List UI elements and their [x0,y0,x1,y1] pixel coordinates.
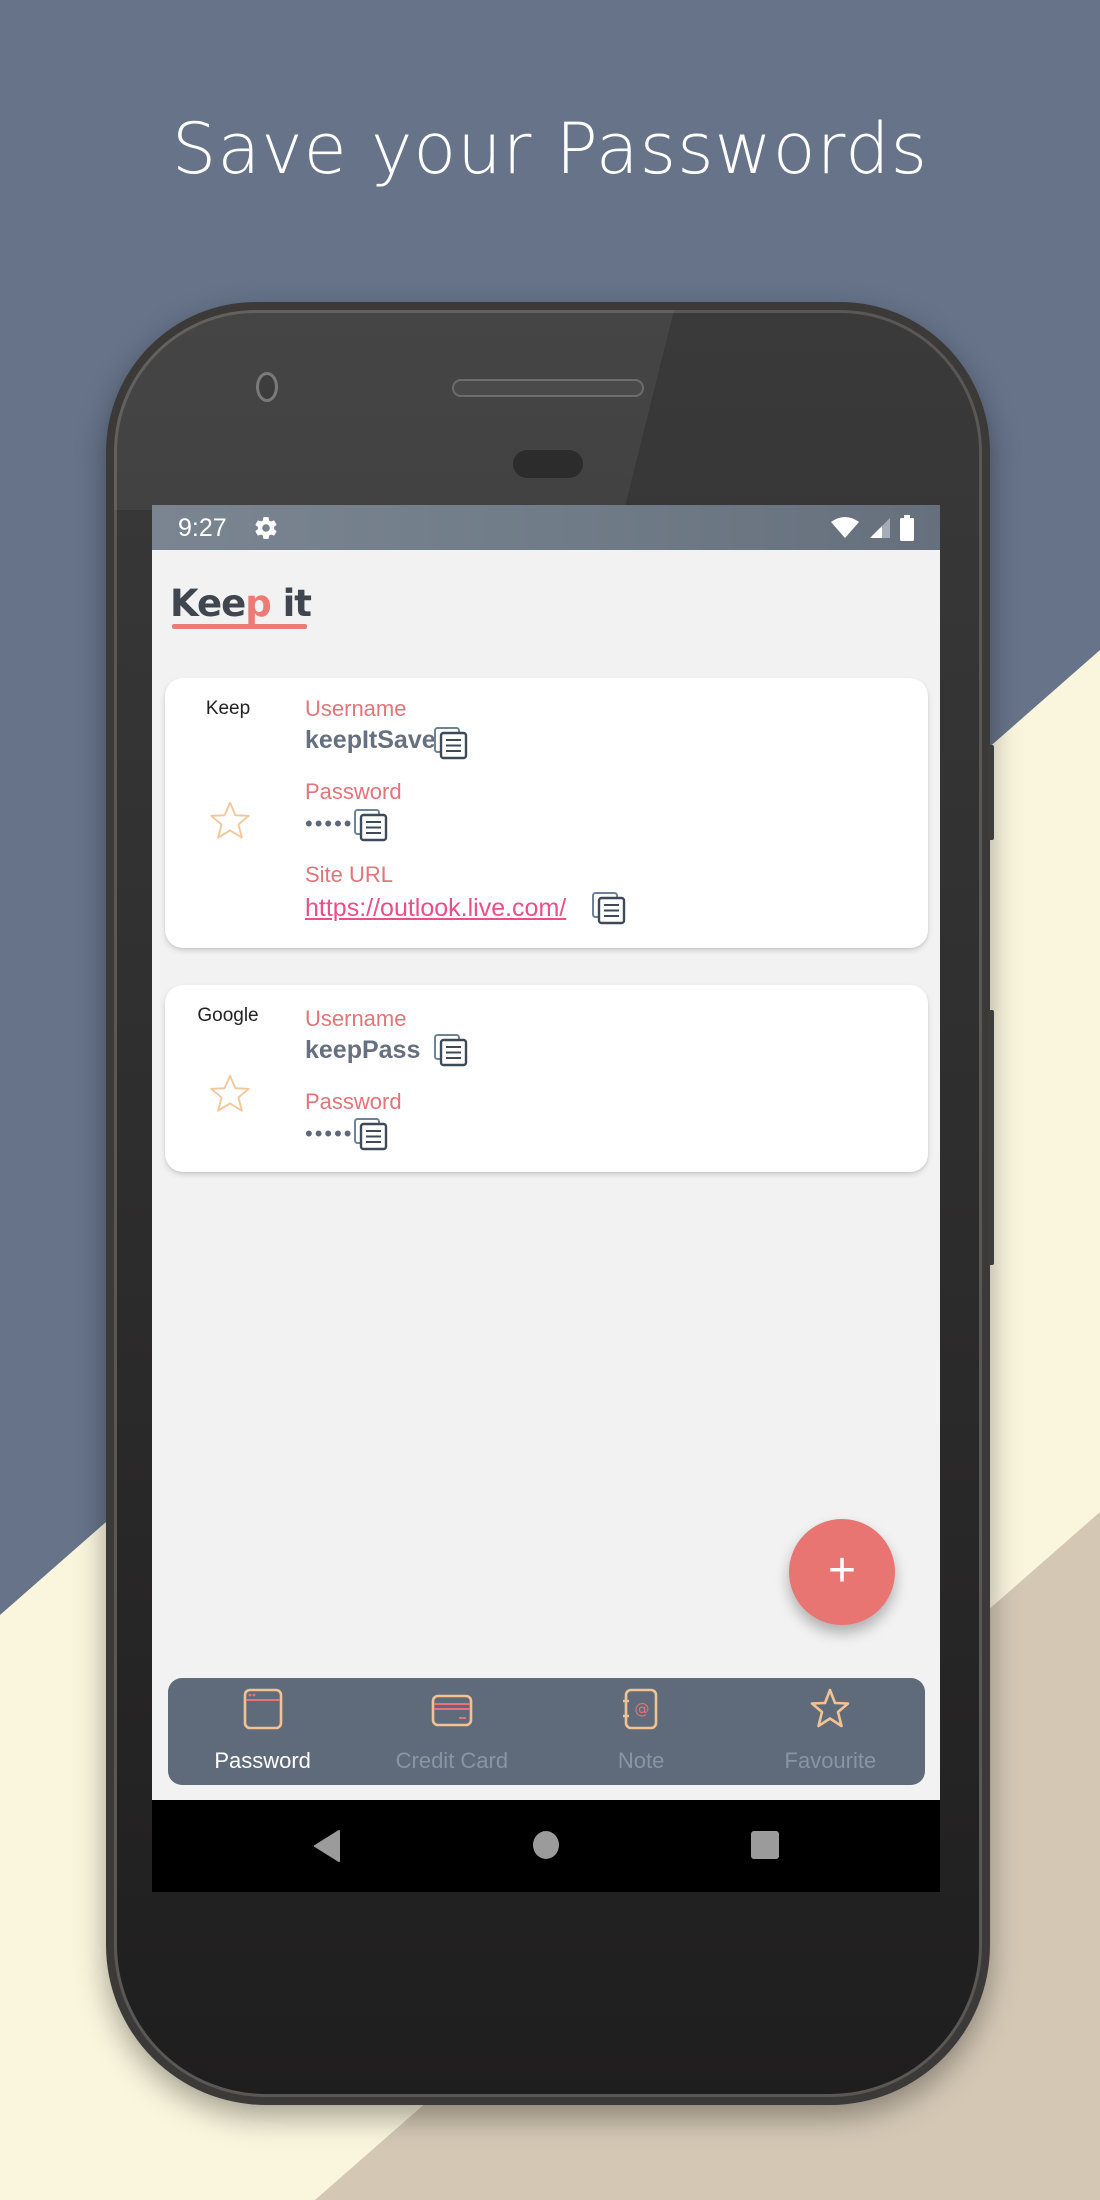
system-navigation-bar [152,1800,940,1892]
front-camera [256,372,278,402]
entry-site-name: Google [197,1005,259,1026]
username-value: keepPass [305,1036,421,1064]
site-url-field: Site URL https://outlook.live.com/ [305,864,566,923]
nav-label: Favourite [784,1748,877,1773]
phone-volume-button [988,1010,994,1265]
proximity-sensor [513,450,583,478]
status-bar: 9:27 [152,505,940,550]
copy-username-icon[interactable] [433,726,469,760]
password-entry-card[interactable]: Google Username keepPass Password •••••• [165,985,928,1172]
recents-icon[interactable] [750,1830,780,1860]
star-icon [811,1688,850,1728]
credit-card-icon [431,1694,473,1727]
phone-screen: 9:27 Keep it Keep Username keepItSave Pa… [152,505,940,1892]
site-url-link[interactable]: https://outlook.live.com/ [305,894,566,923]
username-field: Username keepItSave [305,698,436,753]
entry-site-name: Keep [205,698,251,719]
favourite-star-icon[interactable] [207,798,253,844]
battery-icon [900,515,914,541]
cell-signal-icon [870,518,890,538]
field-label: Password [305,779,402,804]
bottom-navigation: Password Credit Card @ Note Favourite [168,1678,925,1785]
logo-underline [172,624,307,629]
logo-part1: Kee [170,582,246,625]
app-logo-text: Keep it [170,582,312,625]
nav-label: Credit Card [395,1748,509,1773]
status-time: 9:27 [178,514,227,542]
app-logo: Keep it [170,582,312,635]
nav-label: Note [617,1748,665,1773]
settings-gear-icon [255,517,277,539]
favourite-star-icon[interactable] [207,1071,253,1117]
home-icon[interactable] [532,1830,560,1860]
copy-url-icon[interactable] [591,891,627,925]
logo-accent: p [245,582,271,625]
status-icons [830,515,914,541]
nav-item-password[interactable]: Password [168,1678,357,1785]
promo-headline: Save your Passwords [171,108,929,190]
browser-window-icon [243,1688,282,1730]
copy-username-icon[interactable] [433,1033,469,1067]
username-value: keepItSave [305,726,436,754]
field-label: Username [305,1006,407,1031]
field-label: Username [305,696,407,721]
nav-item-note[interactable]: @ Note [547,1678,736,1785]
phone-side-button [988,745,994,840]
earpiece-speaker [452,379,644,397]
svg-text:@: @ [635,1700,650,1718]
field-label: Site URL [305,862,394,887]
wifi-icon [831,517,859,538]
copy-password-icon[interactable] [353,808,389,842]
field-label: Password [305,1089,402,1114]
back-icon[interactable] [312,1830,342,1862]
copy-password-icon[interactable] [353,1117,389,1151]
nav-item-favourite[interactable]: Favourite [736,1678,925,1785]
nav-item-credit-card[interactable]: Credit Card [357,1678,546,1785]
address-book-icon: @ [623,1688,658,1730]
add-entry-button[interactable]: + [789,1519,895,1625]
nav-label: Password [214,1748,311,1773]
password-entry-card[interactable]: Keep Username keepItSave Password •••••• [165,678,928,948]
username-field: Username keepPass [305,1008,420,1063]
logo-part2: it [270,582,312,625]
bezel-glare [114,310,982,510]
